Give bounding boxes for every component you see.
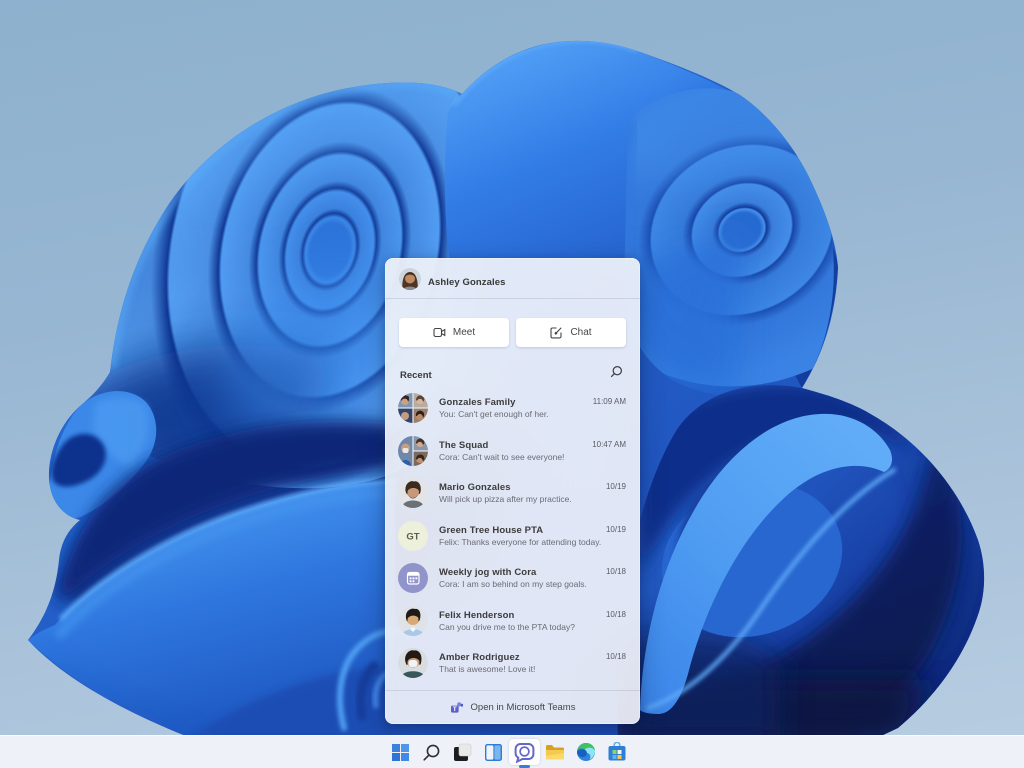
- svg-text:T: T: [452, 705, 456, 712]
- svg-text:GT: GT: [406, 532, 419, 543]
